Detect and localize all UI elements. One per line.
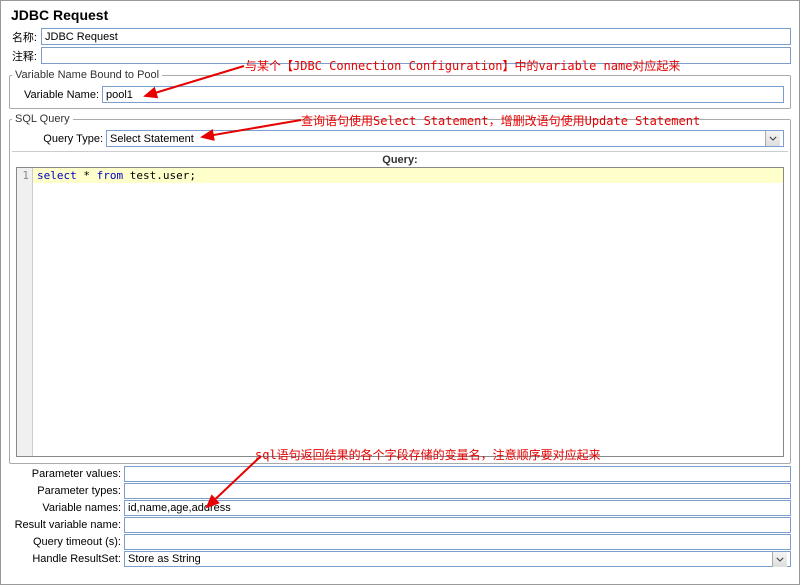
query-type-select[interactable]: Select Statement xyxy=(106,130,784,147)
query-timeout-input[interactable] xyxy=(124,534,791,550)
sql-legend: SQL Query xyxy=(12,113,73,125)
handle-resultset-label: Handle ResultSet: xyxy=(9,553,124,565)
variable-names-label: Variable names: xyxy=(9,502,124,514)
variable-name-label: Variable Name: xyxy=(16,89,102,101)
query-timeout-label: Query timeout (s): xyxy=(9,536,124,548)
query-header: Query: xyxy=(12,151,788,166)
sql-editor[interactable]: 1 select * from test.user; xyxy=(16,167,784,457)
handle-resultset-select[interactable]: Store as String xyxy=(124,551,791,567)
page-title: JDBC Request xyxy=(1,1,799,27)
result-var-label: Result variable name: xyxy=(9,519,124,531)
editor-code[interactable]: select * from test.user; xyxy=(33,168,783,456)
param-values-label: Parameter values: xyxy=(9,468,124,480)
chevron-down-icon xyxy=(765,131,780,146)
editor-gutter: 1 xyxy=(17,168,33,456)
query-type-value: Select Statement xyxy=(110,133,194,145)
handle-resultset-value: Store as String xyxy=(128,553,201,565)
name-label: 名称: xyxy=(9,29,41,45)
name-input[interactable] xyxy=(41,28,791,45)
param-types-label: Parameter types: xyxy=(9,485,124,497)
comment-input[interactable] xyxy=(41,47,791,64)
param-types-input[interactable] xyxy=(124,483,791,499)
sql-query-group: SQL Query Query Type: Select Statement Q… xyxy=(9,113,791,464)
variable-names-input[interactable] xyxy=(124,500,791,516)
query-type-label: Query Type: xyxy=(16,133,106,145)
chevron-down-icon xyxy=(772,552,787,567)
code-line: select * from test.user; xyxy=(33,168,783,183)
variable-name-input[interactable] xyxy=(102,86,784,103)
line-number: 1 xyxy=(17,169,29,182)
comment-label: 注释: xyxy=(9,48,41,64)
pool-legend: Variable Name Bound to Pool xyxy=(12,69,162,81)
result-var-input[interactable] xyxy=(124,517,791,533)
pool-group: Variable Name Bound to Pool Variable Nam… xyxy=(9,69,791,109)
footer-fields: Parameter values: Parameter types: Varia… xyxy=(9,466,791,567)
param-values-input[interactable] xyxy=(124,466,791,482)
